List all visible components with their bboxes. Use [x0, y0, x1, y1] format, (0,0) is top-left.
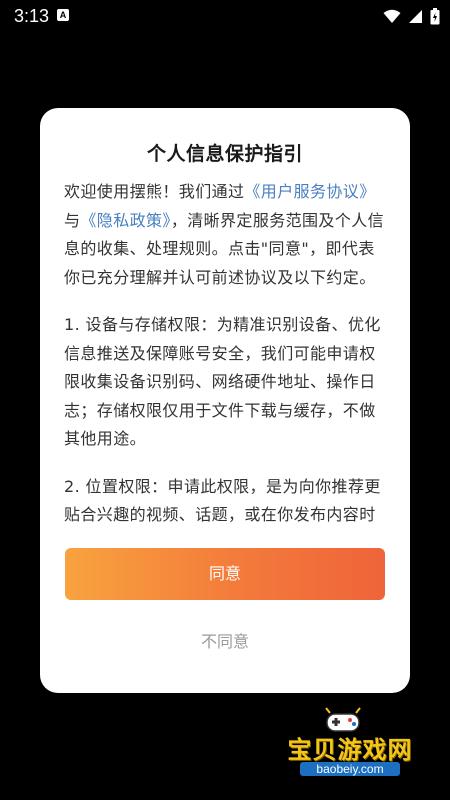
intro-paragraph: 欢迎使用摆熊！我们通过《用户服务协议》与《隐私政策》，清晰界定服务范围及个人信息…	[64, 178, 386, 292]
watermark-url: baobeiy.com	[300, 762, 400, 776]
privacy-dialog: 个人信息保护指引 欢迎使用摆熊！我们通过《用户服务协议》与《隐私政策》，清晰界定…	[40, 108, 410, 693]
status-time: 3:13	[14, 6, 50, 26]
watermark: 宝贝游戏网 baobeiy.com	[275, 700, 445, 792]
user-agreement-link[interactable]: 《用户服务协议》	[244, 182, 375, 201]
dialog-content-scroll[interactable]: 欢迎使用摆熊！我们通过《用户服务协议》与《隐私政策》，清晰界定服务范围及个人信息…	[64, 178, 386, 523]
disagree-button[interactable]: 不同意	[65, 626, 385, 658]
status-icons	[383, 6, 440, 26]
privacy-policy-link[interactable]: 《隐私政策》	[80, 211, 170, 230]
status-bar: 3:13 A	[0, 0, 450, 32]
watermark-name: 宝贝游戏网	[287, 736, 413, 764]
permission-item-device-storage: 1. 设备与存储权限：为精准识别设备、优化信息推送及保障账号安全，我们可能申请权…	[64, 315, 381, 448]
battery-icon	[430, 7, 440, 24]
permission-item-location: 2. 位置权限：申请此权限，是为向你推荐更贴合兴趣的视频、话题，或在你发布内容时…	[64, 476, 381, 524]
dialog-title: 个人信息保护指引	[146, 143, 303, 165]
notification-icon: A	[57, 9, 69, 21]
intro-prefix: 欢迎使用摆熊！我们通过	[64, 182, 245, 201]
agree-button[interactable]: 同意	[65, 548, 385, 600]
wifi-icon	[383, 9, 401, 23]
cell-signal-icon	[409, 9, 422, 23]
intro-connector: 与	[64, 210, 81, 230]
